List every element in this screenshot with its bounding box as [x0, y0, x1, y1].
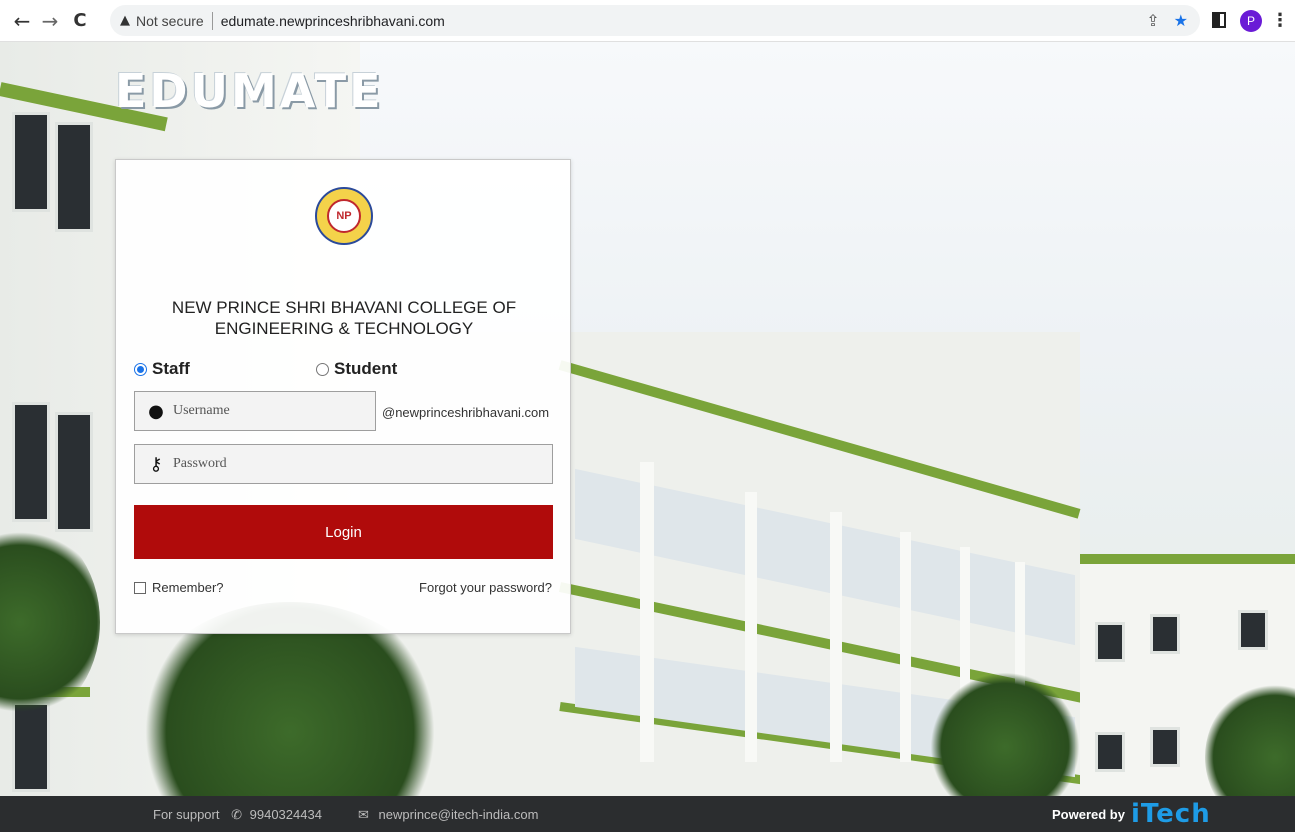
college-name-line1: NEW PRINCE SHRI BHAVANI COLLEGE OF	[171, 298, 517, 317]
pillar	[900, 532, 911, 762]
powered-by-label: Powered by	[1052, 806, 1125, 822]
omnibox-actions: ⇪ ★	[1146, 11, 1188, 30]
college-seal-logo: NP	[315, 187, 373, 245]
browser-toolbar: ← → C ▲ Not secure edumate.newprinceshri…	[0, 0, 1295, 42]
window	[1238, 610, 1268, 650]
student-label[interactable]: Student	[334, 359, 397, 379]
password-placeholder[interactable]: Password	[173, 456, 227, 472]
roof-band	[1080, 554, 1295, 564]
username-field[interactable]: ● Username	[134, 391, 376, 431]
window	[1150, 727, 1180, 767]
password-field[interactable]: ⚷ Password	[134, 444, 553, 484]
edumate-logo: EDUMATE	[115, 64, 384, 118]
profile-avatar[interactable]: P	[1240, 10, 1262, 32]
window	[1095, 732, 1125, 772]
window	[1095, 622, 1125, 662]
login-button[interactable]: Login	[134, 505, 553, 559]
envelope-icon: ✉	[358, 808, 369, 823]
login-card: NP NEW PRINCE SHRI BHAVANI COLLEGE OF EN…	[115, 159, 571, 634]
role-student-option[interactable]: Student	[316, 359, 397, 379]
itech-logo[interactable]: iTech	[1131, 801, 1211, 827]
url-text[interactable]: edumate.newprinceshribhavani.com	[221, 13, 445, 29]
bookmark-star-icon[interactable]: ★	[1174, 11, 1188, 30]
user-icon: ●	[148, 400, 164, 422]
domain-suffix: @newprinceshribhavani.com	[382, 405, 550, 420]
college-name: NEW PRINCE SHRI BHAVANI COLLEGE OF ENGIN…	[136, 297, 552, 339]
window	[12, 112, 50, 212]
back-arrow-icon[interactable]: ←	[8, 7, 36, 35]
browser-menu-icon[interactable]: ⋮	[1271, 10, 1289, 31]
reload-icon[interactable]: C	[66, 7, 94, 35]
phone-icon: ✆	[231, 808, 243, 823]
seal-emblem: NP	[327, 199, 361, 233]
support-label: For support	[153, 807, 220, 822]
forgot-password-link[interactable]: Forgot your password?	[419, 580, 552, 595]
remember-option[interactable]: Remember?	[134, 580, 224, 595]
staff-radio[interactable]	[134, 362, 147, 376]
window	[55, 412, 93, 532]
omnibox-divider	[211, 11, 213, 30]
staff-label[interactable]: Staff	[152, 359, 190, 379]
window	[12, 402, 50, 522]
remember-label[interactable]: Remember?	[152, 580, 224, 595]
pillar	[640, 462, 654, 762]
not-secure-label[interactable]: Not secure	[136, 13, 204, 29]
username-placeholder[interactable]: Username	[173, 403, 230, 419]
support-email[interactable]: newprince@itech-india.com	[379, 807, 539, 822]
side-panel-icon[interactable]	[1212, 12, 1226, 28]
powered-by: Powered by iTech	[1052, 801, 1211, 827]
window	[1150, 614, 1180, 654]
footer: For support ✆ 9940324434 ✉ newprince@ite…	[0, 796, 1295, 832]
support-phone[interactable]: 9940324434	[250, 807, 322, 822]
support-email-info: ✉ newprince@itech-india.com	[358, 807, 538, 823]
share-icon[interactable]: ⇪	[1146, 11, 1159, 30]
window	[55, 122, 93, 232]
remember-checkbox[interactable]	[134, 581, 146, 594]
pillar	[830, 512, 842, 762]
address-bar[interactable]: ▲ Not secure edumate.newprinceshribhavan…	[110, 5, 1200, 36]
warning-icon[interactable]: ▲	[120, 13, 130, 28]
role-staff-option[interactable]: Staff	[134, 359, 190, 379]
student-radio[interactable]	[316, 362, 329, 376]
campus-background: EDUMATE NP NEW PRINCE SHRI BHAVANI COLLE…	[0, 42, 1295, 796]
support-info: For support ✆ 9940324434	[153, 807, 322, 823]
forward-arrow-icon[interactable]: →	[36, 7, 64, 35]
pillar	[745, 492, 757, 762]
key-icon: ⚷	[149, 453, 163, 475]
college-name-line2: ENGINEERING & TECHNOLOGY	[214, 319, 474, 338]
